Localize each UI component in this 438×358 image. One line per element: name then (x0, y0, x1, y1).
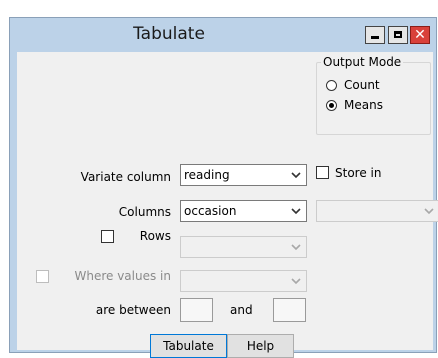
where-values-dropdown[interactable] (180, 270, 307, 292)
rows-label: Rows (139, 229, 171, 243)
columns-dropdown[interactable]: occasion (180, 200, 307, 222)
columns-label: Columns (118, 205, 171, 219)
radio-means-circle[interactable] (326, 100, 337, 111)
variate-column-value: reading (184, 168, 230, 182)
radio-count-label: Count (344, 78, 380, 92)
minimize-button[interactable] (365, 26, 385, 44)
title-bar[interactable]: Tabulate ✕ (10, 18, 436, 52)
output-mode-group: Output Mode Count Means (316, 55, 431, 135)
rows-checkbox[interactable] (101, 230, 114, 243)
minimize-icon (371, 36, 379, 39)
rows-dropdown[interactable] (180, 236, 307, 258)
and-label: and (230, 303, 253, 317)
columns-value: occasion (184, 204, 237, 218)
radio-means-label: Means (344, 98, 383, 112)
radio-count-circle[interactable] (326, 80, 337, 91)
output-mode-legend: Output Mode (321, 55, 404, 69)
chevron-down-icon (424, 208, 434, 215)
where-values-checkbox[interactable] (36, 270, 49, 283)
store-in-checkbox[interactable] (316, 166, 329, 179)
chevron-down-icon (291, 244, 301, 251)
where-values-label: Where values in (74, 269, 171, 283)
dialog-body: Output Mode Count Means Variate column r… (17, 52, 438, 358)
window-title: Tabulate (133, 24, 205, 44)
variate-column-label: Variate column (80, 170, 171, 184)
close-icon: ✕ (414, 27, 426, 43)
between-high-input[interactable] (273, 298, 306, 322)
chevron-down-icon (291, 278, 301, 285)
maximize-icon (394, 31, 402, 38)
chevron-down-icon (291, 172, 301, 179)
maximize-button[interactable] (388, 26, 408, 44)
tabulate-window: Tabulate ✕ Output Mode Count Means Varia… (9, 17, 438, 358)
between-low-input[interactable] (180, 298, 213, 322)
close-button[interactable]: ✕ (410, 26, 430, 44)
help-button[interactable]: Help (227, 334, 294, 358)
tabulate-button[interactable]: Tabulate (150, 334, 227, 358)
variate-column-dropdown[interactable]: reading (180, 164, 307, 186)
store-in-dropdown[interactable] (316, 200, 438, 222)
between-label: are between (95, 303, 171, 317)
chevron-down-icon (291, 208, 301, 215)
store-in-label: Store in (335, 166, 382, 180)
